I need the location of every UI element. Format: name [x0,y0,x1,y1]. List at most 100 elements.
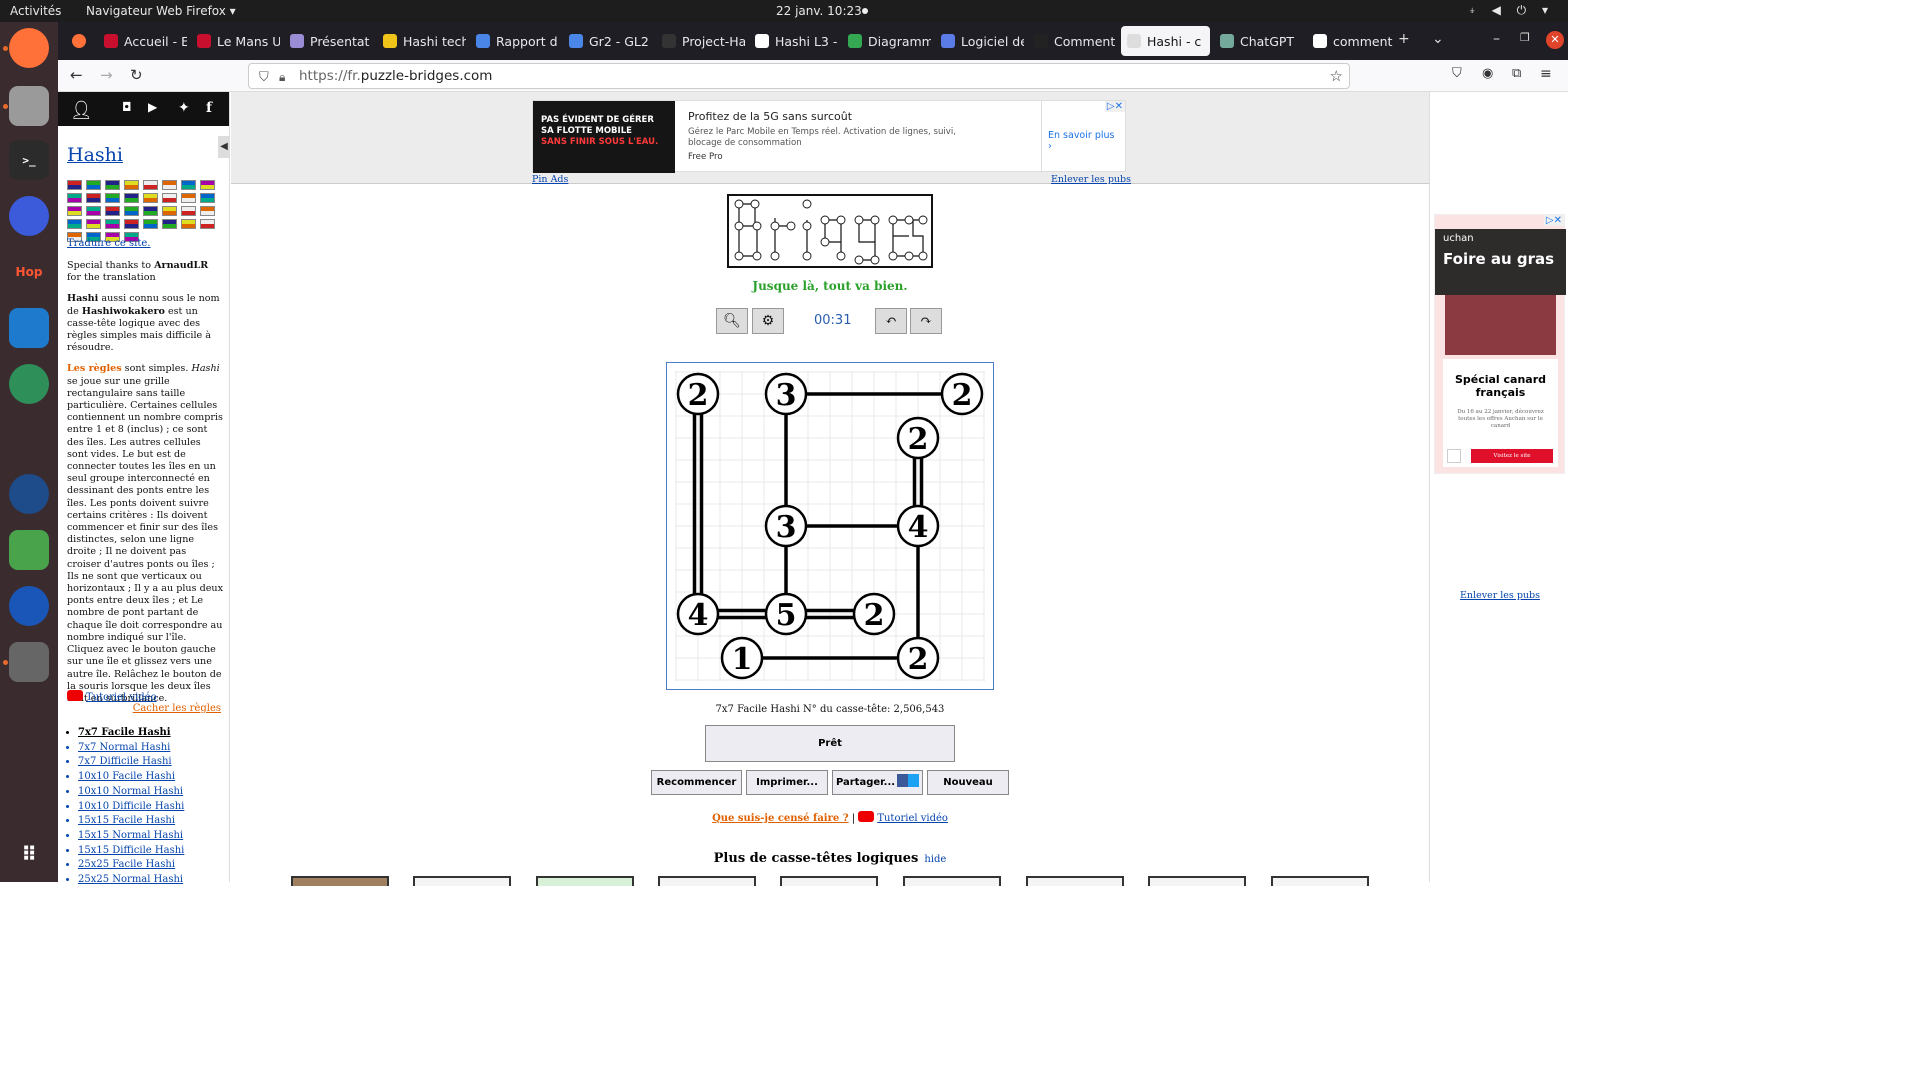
tab-item[interactable]: Logiciel de [935,26,1024,56]
tab-item[interactable]: comment [1307,26,1396,56]
tab-item[interactable]: Gr2 - GL2 · [563,26,652,56]
language-flag-icon[interactable] [67,206,82,216]
language-flag-icon[interactable] [86,206,101,216]
video-tutorial-link[interactable]: Tutoriel vidéo [877,813,948,824]
puzzle-thumbnail[interactable] [291,876,389,886]
twitter-icon[interactable] [908,774,920,787]
hashi-board[interactable]: 23223445212 [666,362,994,690]
language-flag-icon[interactable] [67,219,82,229]
close-window-icon[interactable]: ✕ [1546,31,1564,49]
share-button[interactable]: Partager... [832,770,923,795]
translate-app-icon[interactable] [9,586,49,626]
undo-button[interactable]: ↶ [875,308,907,334]
clock[interactable]: 22 janv. 10:23 [776,4,862,18]
tab-item[interactable]: Project-Ha [656,26,745,56]
puzzle-thumbnail[interactable] [658,876,756,886]
language-flag-icon[interactable] [124,206,139,216]
language-flag-icon[interactable] [200,206,215,216]
language-flag-icon[interactable] [124,193,139,203]
ad-cta-button[interactable]: Visitez le site [1471,449,1553,463]
language-flag-icon[interactable] [105,206,120,216]
language-flag-icon[interactable] [200,180,215,190]
variant-link[interactable]: 10x10 Normal Hashi [78,785,184,800]
variant-link[interactable]: 25x25 Facile Hashi [78,858,184,873]
puzzle-thumbnail[interactable] [1148,876,1246,886]
redo-button[interactable]: ↷ [910,308,942,334]
menu-icon[interactable]: ≡ [1540,66,1552,82]
puzzle-thumbnail[interactable] [903,876,1001,886]
language-flag-icon[interactable] [124,180,139,190]
atom-icon[interactable] [9,364,49,404]
hide-more-link[interactable]: hide [924,854,946,865]
firefox-view-icon[interactable] [66,26,88,56]
system-tray[interactable]: ⍖ ◀ ⏻ ▾ [1469,3,1554,18]
variant-link[interactable]: 7x7 Normal Hashi [78,741,184,756]
restart-button[interactable]: Recommencer [651,770,742,795]
puzzle-thumbnail[interactable] [413,876,511,886]
minimize-icon[interactable]: – [1493,31,1500,47]
extensions-icon[interactable]: ⧉ [1512,66,1521,81]
puzzle-thumbnail[interactable] [536,876,634,886]
language-flag-icon[interactable] [105,193,120,203]
language-flag-icon[interactable] [200,219,215,229]
collapse-sidebar-icon[interactable]: ◀ [218,136,230,158]
language-flag-icon[interactable] [162,219,177,229]
files-icon[interactable] [9,86,49,126]
vscode-icon[interactable] [9,308,49,348]
ad-close-icon[interactable]: ▷✕ [1543,215,1564,226]
account-icon[interactable]: ◉ [1482,66,1493,81]
app-grid-icon[interactable]: ⠿ [9,834,49,874]
hop-app-icon[interactable]: Hop [9,252,49,292]
variant-link[interactable]: 7x7 Difficile Hashi [78,755,184,770]
language-flag-icon[interactable] [181,193,196,203]
zoom-button[interactable]: 🔍︎ [716,308,748,334]
shield-icon[interactable]: ⛉ [259,66,269,90]
remove-ads-link[interactable]: Enlever les pubs [1460,590,1540,601]
tab-item[interactable]: Hashi tech [377,26,466,56]
language-flag-icon[interactable] [162,206,177,216]
url-bar[interactable]: ⛉ 🔒︎ https://fr.puzzle-bridges.com ☆ [248,63,1350,89]
language-flag-icon[interactable] [143,219,158,229]
language-flag-icon[interactable] [105,219,120,229]
youtube-icon[interactable]: ▶ [148,100,157,114]
pin-ads-link[interactable]: Pin Ads [532,174,568,185]
tab-item[interactable]: Accueil - E [98,26,187,56]
translate-link[interactable]: Traduire ce site. [67,238,150,249]
tab-item[interactable]: ChatGPT [1214,26,1303,56]
language-flag-icon[interactable] [143,206,158,216]
language-flag-icon[interactable] [162,180,177,190]
puzzle-thumbnail[interactable] [1026,876,1124,886]
print-button[interactable]: Imprimer... [746,770,828,795]
maximize-icon[interactable]: ❐ [1520,31,1530,44]
tab-item[interactable]: Rapport d [470,26,559,56]
language-flag-icon[interactable] [86,219,101,229]
cube-app-icon[interactable] [9,530,49,570]
ready-button[interactable]: Prêt [705,725,955,762]
bookmark-star-icon[interactable]: ☆ [1330,64,1343,88]
settings-button[interactable]: ⚙ [752,308,784,334]
app-icon-blue[interactable] [9,196,49,236]
tab-item[interactable]: Hashi - c✕ [1121,26,1210,56]
twitter-icon[interactable]: ✦ [178,100,190,116]
language-flag-icon[interactable] [143,180,158,190]
right-ad[interactable]: uchan Foire au gras Spécial canard frança… [1434,214,1566,474]
variant-link[interactable]: 15x15 Difficile Hashi [78,844,184,859]
firefox-icon[interactable] [9,28,49,68]
language-flag-icon[interactable] [162,193,177,203]
sidebar-title[interactable]: Hashi [67,144,123,166]
new-tab-icon[interactable]: + [1398,31,1410,47]
search-app-icon[interactable] [9,642,49,682]
reload-icon[interactable]: ↻ [130,66,143,84]
back-icon[interactable]: ← [70,66,83,84]
language-flag-icon[interactable] [181,206,196,216]
activities-button[interactable]: Activités [10,4,61,18]
facebook-icon[interactable]: f [206,100,212,116]
terminal-icon[interactable]: >_ [9,140,49,180]
ad-close-icon[interactable]: ▷✕ [1104,101,1125,112]
discord-icon[interactable]: ◘ [122,100,132,114]
user-icon[interactable]: 👤︎ [70,100,93,121]
language-flag-icon[interactable] [143,193,158,203]
puzzle-thumbnail[interactable] [1271,876,1369,886]
what-to-do-link[interactable]: Que suis-je censé faire ? [712,813,849,824]
tab-item[interactable]: Hashi L3 - [749,26,838,56]
